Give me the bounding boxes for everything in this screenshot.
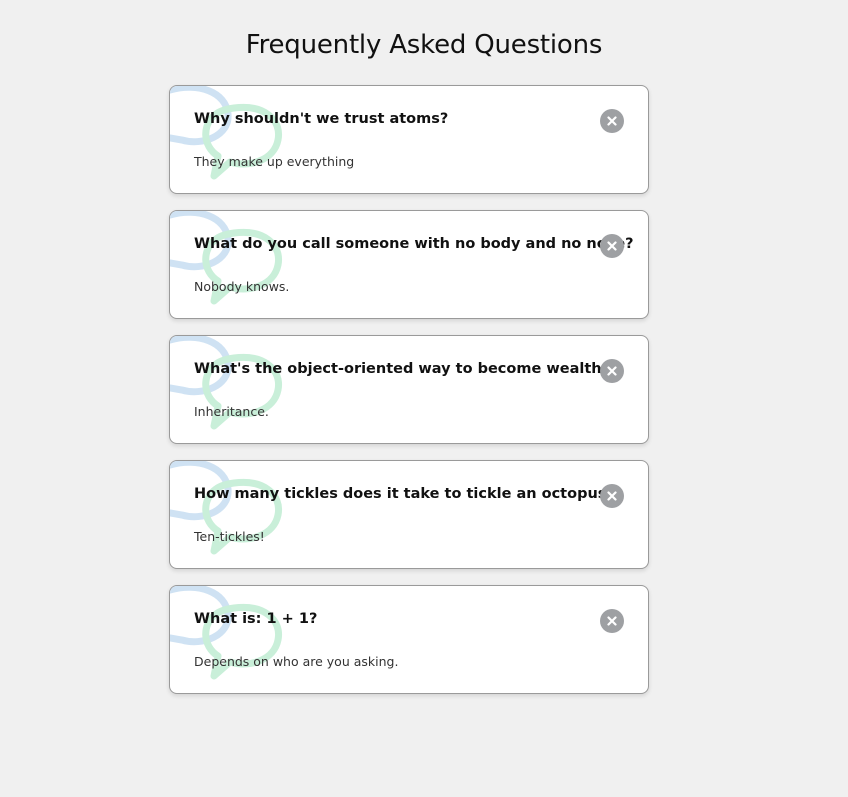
faq-toggle-button[interactable]: [600, 109, 624, 133]
faq-question: What do you call someone with no body an…: [194, 236, 634, 252]
faq-list: Why shouldn't we trust atoms? They make …: [169, 85, 649, 710]
faq-toggle-button[interactable]: [600, 234, 624, 258]
close-icon: [607, 616, 617, 626]
faq-question: What's the object-oriented way to become…: [194, 361, 620, 377]
chat-bubbles-icon: [170, 461, 283, 555]
faq-question: How many tickles does it take to tickle …: [194, 486, 615, 502]
faq-item: What's the object-oriented way to become…: [169, 335, 649, 444]
faq-toggle-button[interactable]: [600, 484, 624, 508]
chat-bubbles-icon: [170, 586, 283, 680]
faq-answer: Inheritance.: [194, 404, 269, 419]
faq-toggle-button[interactable]: [600, 359, 624, 383]
faq-item: Why shouldn't we trust atoms? They make …: [169, 85, 649, 194]
faq-question: Why shouldn't we trust atoms?: [194, 111, 449, 127]
faq-answer: Ten-tickles!: [194, 529, 265, 544]
faq-question: What is: 1 + 1?: [194, 611, 318, 627]
close-icon: [607, 241, 617, 251]
faq-item: How many tickles does it take to tickle …: [169, 460, 649, 569]
faq-answer: Depends on who are you asking.: [194, 654, 399, 669]
close-icon: [607, 116, 617, 126]
chat-bubbles-icon: [170, 211, 283, 305]
chat-bubbles-icon: [170, 336, 283, 430]
page-title: Frequently Asked Questions: [245, 30, 603, 60]
faq-item: What do you call someone with no body an…: [169, 210, 649, 319]
faq-item: What is: 1 + 1? Depends on who are you a…: [169, 585, 649, 694]
close-icon: [607, 366, 617, 376]
close-icon: [607, 491, 617, 501]
chat-bubbles-icon: [170, 86, 283, 180]
faq-toggle-button[interactable]: [600, 609, 624, 633]
faq-answer: Nobody knows.: [194, 279, 290, 294]
faq-answer: They make up everything: [194, 154, 355, 169]
